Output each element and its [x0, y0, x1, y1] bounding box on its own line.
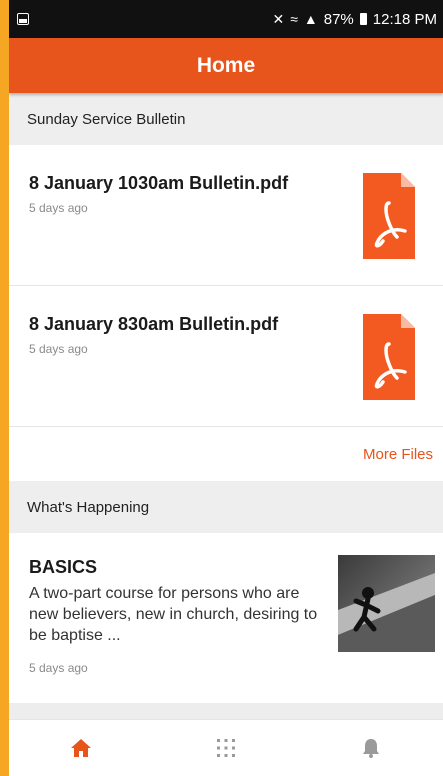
- file-title: 8 January 1030am Bulletin.pdf: [29, 173, 289, 193]
- page-title: Home: [196, 53, 256, 77]
- signal-icon: ▲: [303, 11, 318, 27]
- event-item[interactable]: BASICS A two-part course for persons who…: [9, 533, 443, 703]
- grid-icon: [216, 739, 235, 757]
- section-header-happening: What's Happening: [9, 481, 443, 533]
- nav-home-button[interactable]: [51, 728, 111, 768]
- file-date: 5 days ago: [29, 342, 88, 356]
- battery-icon: [359, 13, 367, 25]
- status-bar: ✕ ≈ ▲ 87% 12:18 PM: [9, 0, 443, 38]
- file-date: 5 days ago: [29, 201, 88, 215]
- file-item[interactable]: 8 January 1030am Bulletin.pdf 5 days ago: [9, 145, 443, 286]
- more-files-link[interactable]: More Files: [363, 446, 433, 463]
- pdf-icon: [363, 173, 415, 259]
- pdf-icon: [363, 314, 415, 400]
- file-item[interactable]: 8 January 830am Bulletin.pdf 5 days ago: [9, 286, 443, 427]
- status-indicators: ✕ ≈ ▲ 87% 12:18 PM: [272, 11, 437, 28]
- notification-icon: [17, 13, 29, 25]
- wifi-icon: ≈: [290, 11, 298, 27]
- clock: 12:18 PM: [372, 10, 437, 28]
- happening-card: BASICS A two-part course for persons who…: [9, 533, 443, 703]
- more-files-row: More Files: [9, 427, 443, 481]
- nav-menu-button[interactable]: [196, 728, 256, 768]
- home-icon: [71, 739, 92, 757]
- file-title: 8 January 830am Bulletin.pdf: [29, 314, 279, 334]
- section-title: What's Happening: [27, 498, 150, 516]
- event-date: 5 days ago: [29, 661, 88, 675]
- battery-percent: 87%: [323, 10, 354, 28]
- section-header-bulletin: Sunday Service Bulletin: [9, 93, 443, 145]
- bottom-navigation: [9, 719, 443, 776]
- section-title: Sunday Service Bulletin: [27, 110, 186, 128]
- bell-icon: [362, 739, 379, 758]
- event-thumbnail: [338, 555, 435, 652]
- nav-notifications-button[interactable]: [341, 728, 401, 768]
- bluetooth-muted-icon: ✕: [272, 10, 285, 27]
- phone-screen: ✕ ≈ ▲ 87% 12:18 PM Home Sunday Service B…: [9, 0, 443, 776]
- event-description: A two-part course for persons who are ne…: [29, 585, 318, 644]
- bulletin-card: 8 January 1030am Bulletin.pdf 5 days ago…: [9, 145, 443, 481]
- app-bar: Home: [9, 38, 443, 93]
- event-title: BASICS: [29, 557, 98, 577]
